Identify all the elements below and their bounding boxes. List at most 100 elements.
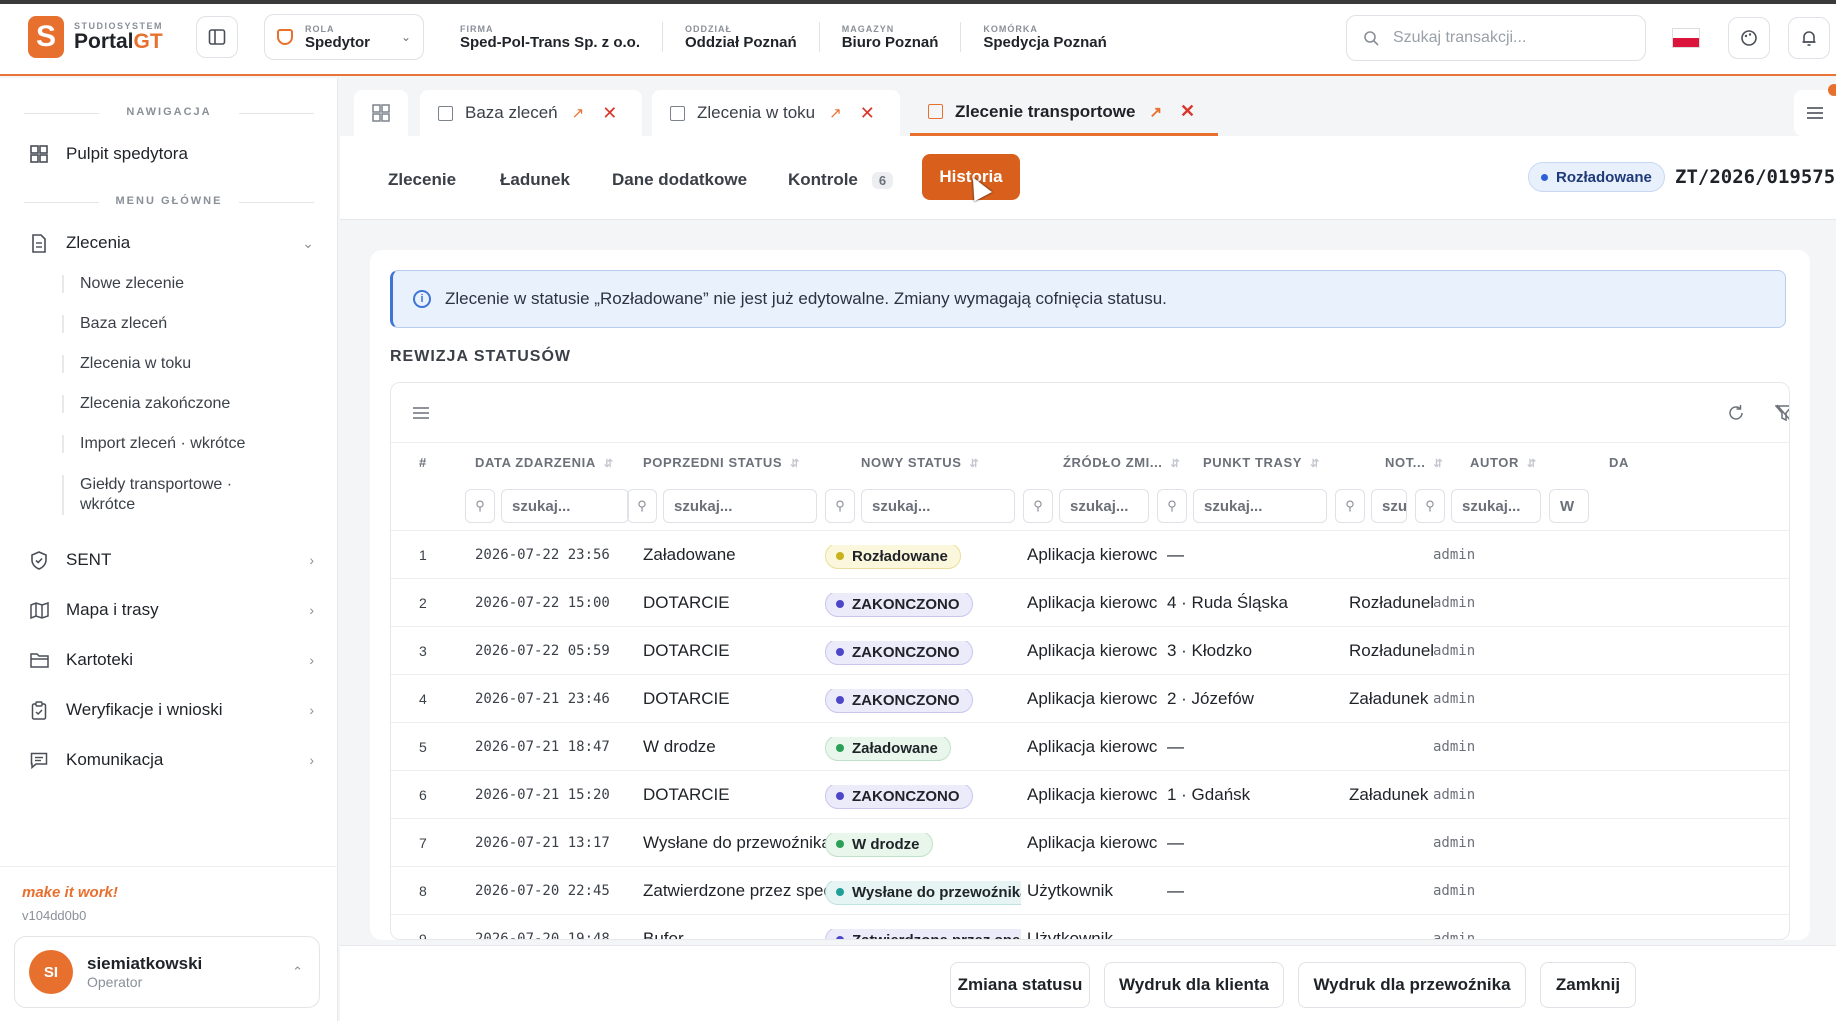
col-author[interactable]: AUTOR ⇵ [1470,455,1537,470]
table-row[interactable]: 9 2026-07-20 19:48 Bufor Zatwierdzone przez… [391,915,1789,940]
tagline: make it work! [22,884,118,901]
map-icon [28,600,50,620]
subtab-checks[interactable]: Kontrole 6 [788,170,894,190]
tab-orders-base[interactable]: Baza zleceń ↗ ✕ [420,90,642,136]
cell-change-source: Aplikacja kierowcy [1027,689,1157,708]
table-row[interactable]: 4 2026-07-21 23:46 DOTARCIE ZAKONCZONO Aplik… [391,675,1789,723]
col-change-source[interactable]: ŹRÓDŁO ZMI... ⇵ [1063,455,1180,470]
sidebar-sub-orders-base[interactable]: Baza zleceń [62,315,322,333]
cell-note: Rozładunek [1349,641,1433,660]
col-new-status[interactable]: NOWY STATUS ⇵ [861,455,979,470]
sidebar-sub-new-order[interactable]: Nowe zlecenie [62,275,322,293]
context-meta: FIRMA Sped-Pol-Trans Sp. z o.o. ODDZIAŁ Od… [438,22,1129,52]
print-client-button[interactable]: Wydruk dla klienta [1104,962,1284,1008]
table-row[interactable]: 1 2026-07-22 23:56 Załadowane Rozładowane Ap… [391,531,1789,579]
tab-overview-grid[interactable] [354,90,408,136]
sidebar-item-label: Zlecenia [66,233,131,252]
col-previous-status[interactable]: POPRZEDNI STATUS ⇵ [643,455,800,470]
filter-new-status[interactable]: ⚲ szukaj... [825,489,1015,523]
table-header: # DATA ZDARZENIA ⇵ POPRZEDNI STATUS ⇵ NOWY… [391,443,1789,481]
col-event-date[interactable]: DATA ZDARZENIA ⇵ [475,455,614,470]
user-menu[interactable]: SI siemiatkowski Operator ⌃ [14,936,320,1008]
cell-route-point: — [1167,881,1184,900]
clear-filter-icon[interactable] [1775,404,1790,422]
sidebar-item-sent[interactable]: SENT › [28,550,314,570]
cell-index: 5 [419,739,427,755]
history-panel: i Zlecenie w statusie „Rozładowane” nie … [370,250,1810,940]
cell-previous-status: W drodze [643,737,716,756]
close-icon[interactable]: ✕ [1180,101,1195,122]
language-flag-pl-icon[interactable] [1672,28,1700,48]
sidebar-sub-orders-in-progress[interactable]: Zlecenia w toku [62,355,322,373]
filter-previous-status[interactable]: ⚲ szukaj... [627,489,817,523]
status-dot [836,744,844,752]
table-row[interactable]: 5 2026-07-21 18:47 W drodze Załadowane Aplik… [391,723,1789,771]
sidebar-item-orders[interactable]: Zlecenia ⌄ [28,233,314,253]
columns-menu-icon[interactable] [413,407,429,419]
tab-label: Baza zleceń [465,103,558,122]
sidebar-sub-orders-finished[interactable]: Zlecenia zakończone [62,395,322,413]
sidebar-sub-exchanges[interactable]: Giełdy transportowe · wkrótce [62,475,252,515]
print-carrier-button[interactable]: Wydruk dla przewoźnika [1298,962,1526,1008]
cell-change-source: Aplikacja kierowcy [1027,545,1157,564]
filter-route-point[interactable]: ⚲ szukaj... [1157,489,1327,523]
chevron-right-icon: › [309,702,314,718]
change-status-button[interactable]: Zmiana statusu [950,962,1090,1008]
cell-author: admin [1433,547,1476,563]
subtab-extra-data[interactable]: Dane dodatkowe [612,170,747,190]
app-logo[interactable]: S STUDIOSYSTEM PortalGT [28,16,188,58]
info-alert-text: Zlecenie w statusie „Rozładowane” nie je… [445,289,1167,308]
cell-index: 9 [419,931,427,940]
theme-button[interactable] [1728,17,1770,59]
role-select[interactable]: ROLA Spedytor ⌄ [264,14,424,60]
status-dot [836,696,844,704]
cell-note: Załadunek [1349,689,1429,708]
cell-new-status: ZAKONCZONO [825,785,1021,809]
external-link-icon[interactable]: ↗ [572,104,585,122]
tab-orders-in-progress[interactable]: Zlecenia w toku ↗ ✕ [652,90,900,136]
sidebar-toggle-button[interactable] [196,16,238,58]
sidebar-item-communication[interactable]: Komunikacja › [28,750,314,770]
sidebar-sub-import[interactable]: Import zleceń · wkrótce [62,435,322,453]
cell-event-date: 2026-07-21 23:46 [475,691,610,707]
filter-author[interactable]: ⚲ szukaj... [1415,489,1541,523]
menu-button[interactable] [1794,90,1836,136]
notifications-button[interactable] [1788,17,1830,59]
table-row[interactable]: 8 2026-07-20 22:45 Zatwierdzone przez sped… [391,867,1789,915]
close-icon[interactable]: ✕ [602,103,617,124]
filter-da[interactable]: W [1549,489,1589,523]
cell-event-date: 2026-07-21 13:17 [475,835,610,851]
table-row[interactable]: 3 2026-07-22 05:59 DOTARCIE ZAKONCZONO Aplik… [391,627,1789,675]
col-da[interactable]: DA [1609,455,1629,470]
status-badge: Rozładowane [825,545,961,569]
subtab-order[interactable]: Zlecenie [388,170,456,190]
close-icon[interactable]: ✕ [860,103,875,124]
sidebar-item-verifications[interactable]: Weryfikacje i wnioski › [28,700,314,720]
filter-change-source[interactable]: ⚲ szukaj... [1023,489,1149,523]
status-dot [836,888,844,896]
info-icon: i [413,290,431,308]
col-note[interactable]: NOT... ⇵ [1385,455,1443,470]
sidebar-item-map[interactable]: Mapa i trasy › [28,600,314,620]
external-link-icon[interactable]: ↗ [1149,103,1162,121]
checks-count-badge: 6 [871,172,894,189]
table-row[interactable]: 2 2026-07-22 15:00 DOTARCIE ZAKONCZONO Aplik… [391,579,1789,627]
order-status-badge: Rozładowane [1528,162,1665,192]
cell-previous-status: Załadowane [643,545,736,564]
close-button[interactable]: Zamknij [1540,962,1636,1008]
subtab-cargo[interactable]: Ładunek [500,170,570,190]
filter-note[interactable]: ⚲ szu [1335,489,1407,523]
col-route-point[interactable]: PUNKT TRASY ⇵ [1203,455,1320,470]
sidebar-item-dashboard[interactable]: Pulpit spedytora [28,144,314,164]
external-link-icon[interactable]: ↗ [829,104,842,122]
subtab-checks-label: Kontrole [788,170,858,189]
message-icon [28,750,50,770]
table-row[interactable]: 7 2026-07-21 13:17 Wysłane do przewoźnika W… [391,819,1789,867]
search-input[interactable]: Szukaj transakcji... [1346,15,1646,61]
tab-transport-order[interactable]: Zlecenie transportowe ↗ ✕ [910,90,1218,136]
filter-event-date[interactable]: ⚲ szukaj... [465,489,629,523]
cell-route-point: 3 · Kłodzko [1167,641,1253,660]
refresh-icon[interactable] [1727,404,1745,422]
sidebar-item-records[interactable]: Kartoteki › [28,650,314,670]
table-row[interactable]: 6 2026-07-21 15:20 DOTARCIE ZAKONCZONO Aplik… [391,771,1789,819]
